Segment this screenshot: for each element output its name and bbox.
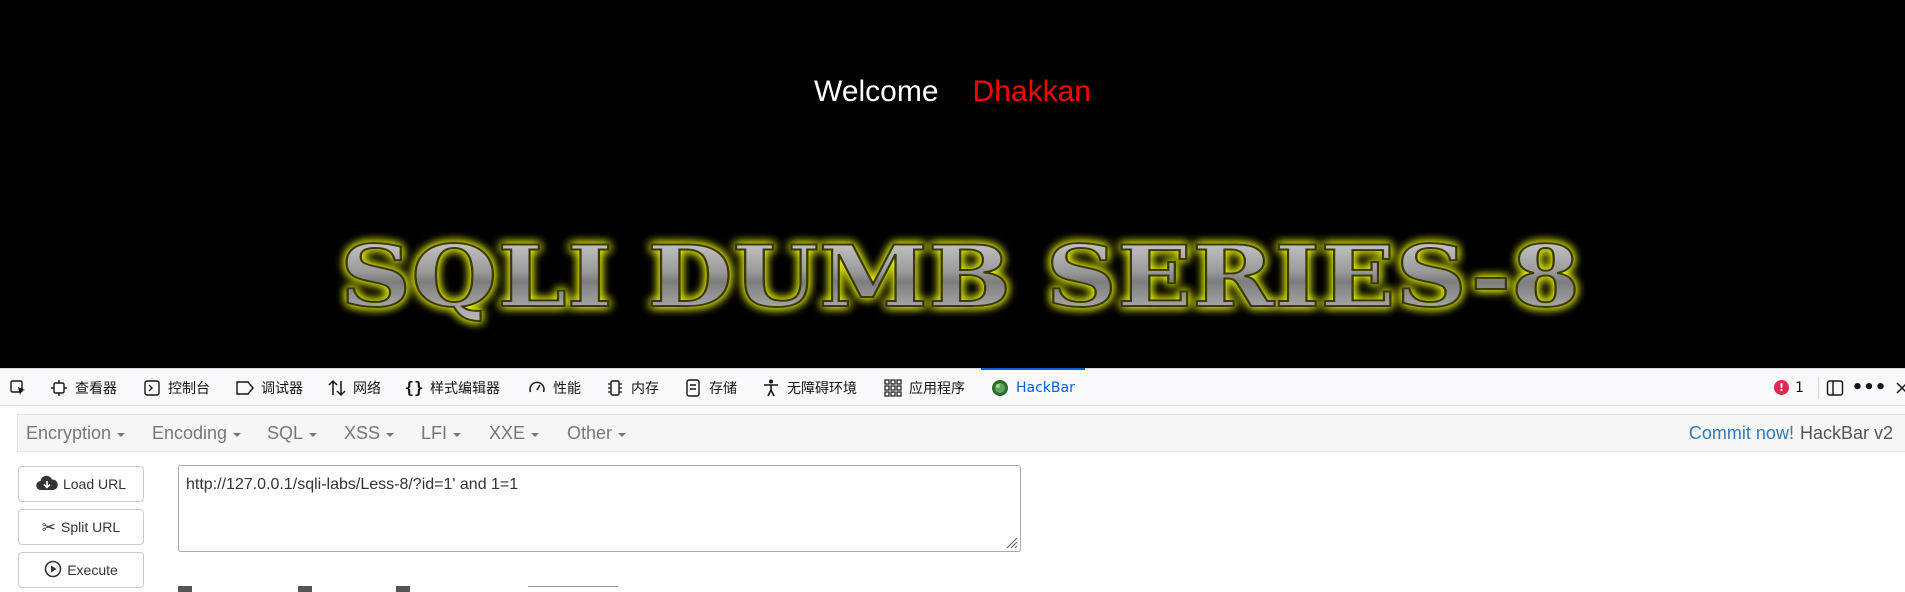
welcome-name: Dhakkan	[972, 75, 1091, 108]
post-data-options-row	[178, 584, 878, 592]
dock-button[interactable]	[1826, 369, 1844, 406]
welcome-text: Welcome	[814, 75, 939, 108]
hackbar-version: HackBar v2	[1799, 422, 1893, 443]
tab-label: 内存	[631, 380, 659, 397]
tab-label: 调试器	[261, 380, 303, 397]
split-url-button[interactable]: ✂ Split URL	[18, 509, 144, 545]
tab-network[interactable]: 网络	[328, 369, 381, 406]
error-counter[interactable]: ! 1	[1774, 369, 1804, 406]
menu-label: SQL	[267, 422, 304, 443]
tab-label: 控制台	[168, 380, 210, 397]
console-icon	[143, 379, 161, 397]
tab-label: 网络	[353, 380, 381, 397]
tab-accessibility[interactable]: 无障碍环境	[762, 369, 857, 406]
tab-label: 性能	[553, 380, 581, 397]
hackbar-menubar: Encryption Encoding SQL XSS LFI XXE Othe…	[17, 414, 1905, 452]
tab-hackbar[interactable]: HackBar	[981, 368, 1085, 406]
button-label: Load URL	[62, 476, 127, 492]
scissors-icon: ✂	[41, 517, 57, 537]
hackbar-brand: Commit now! HackBar v2	[1689, 415, 1893, 451]
close-devtools-button[interactable]	[1893, 369, 1905, 406]
button-label: Execute	[67, 562, 118, 578]
welcome-line: Welcome Dhakkan	[0, 72, 1905, 112]
network-icon	[328, 379, 346, 397]
url-text: http://127.0.0.1/sqli-labs/Less-8/?id=1'…	[186, 476, 519, 493]
cloud-download-icon	[36, 475, 58, 494]
tab-memory[interactable]: 内存	[606, 369, 659, 406]
caret-down-icon	[309, 432, 318, 437]
more-icon: •••	[1851, 377, 1887, 398]
toolbar-divider	[1818, 377, 1819, 399]
page-content: Welcome Dhakkan SQLI DUMB SERIES-8	[0, 0, 1905, 368]
dock-side-icon	[1826, 379, 1844, 397]
storage-icon	[684, 378, 702, 397]
banner-graphic: SQLI DUMB SERIES-8	[339, 226, 1581, 327]
caret-down-icon	[233, 432, 242, 437]
caret-down-icon	[453, 432, 462, 437]
menu-label: XXE	[489, 422, 526, 443]
tab-debugger[interactable]: 调试器	[236, 369, 303, 406]
accessibility-icon	[762, 379, 780, 397]
menu-lfi[interactable]: LFI	[421, 415, 462, 451]
play-circle-icon	[44, 560, 62, 581]
caret-down-icon	[618, 432, 627, 437]
more-options-button[interactable]: •••	[1851, 369, 1887, 406]
tab-inspector[interactable]: 查看器	[50, 369, 117, 406]
commit-link[interactable]: Commit now!	[1689, 423, 1794, 444]
menu-xss[interactable]: XSS	[344, 415, 395, 451]
tab-label: 存储	[709, 380, 737, 397]
menu-sql[interactable]: SQL	[267, 415, 318, 451]
application-icon	[884, 378, 902, 397]
tab-label: 查看器	[75, 380, 117, 397]
load-url-button[interactable]: Load URL	[18, 466, 144, 502]
error-count: 1	[1795, 379, 1804, 396]
tab-application[interactable]: 应用程序	[884, 369, 965, 406]
tab-storage[interactable]: 存储	[684, 369, 737, 406]
pick-element-button[interactable]	[9, 369, 27, 406]
banner-text: SQLI DUMB SERIES-8	[340, 227, 1580, 326]
debugger-icon	[236, 379, 254, 397]
url-input[interactable]: http://127.0.0.1/sqli-labs/Less-8/?id=1'…	[178, 465, 1021, 552]
tab-performance[interactable]: 性能	[528, 369, 581, 406]
hackbar-icon	[991, 379, 1009, 397]
close-icon	[1893, 379, 1905, 397]
menu-other[interactable]: Other	[567, 415, 627, 451]
menu-encoding[interactable]: Encoding	[152, 415, 242, 451]
button-label: Split URL	[61, 519, 121, 535]
tab-label: HackBar	[1016, 379, 1075, 396]
banner: SQLI DUMB SERIES-8	[335, 226, 1585, 328]
memory-icon	[606, 379, 624, 397]
tab-label: 样式编辑器	[430, 380, 500, 397]
devtools-toolbar: 查看器 控制台 调试器 网络 {} 样式编辑器 性能 内存 存储 无障碍环境 应…	[0, 368, 1905, 406]
inspector-icon	[50, 379, 68, 397]
tab-style-editor[interactable]: {} 样式编辑器	[404, 369, 500, 406]
error-icon: !	[1774, 380, 1789, 395]
style-editor-icon: {}	[404, 378, 424, 397]
menu-label: Encryption	[26, 422, 112, 443]
menu-label: Other	[567, 422, 613, 443]
caret-down-icon	[531, 432, 540, 437]
menu-xxe[interactable]: XXE	[489, 415, 540, 451]
menu-label: XSS	[344, 422, 381, 443]
tab-label: 应用程序	[909, 380, 965, 397]
menu-label: LFI	[421, 422, 448, 443]
performance-icon	[528, 379, 546, 397]
resize-handle-icon[interactable]	[1004, 535, 1018, 549]
tab-label: 无障碍环境	[787, 380, 857, 397]
menu-label: Encoding	[152, 422, 228, 443]
caret-down-icon	[386, 432, 395, 437]
pick-element-icon	[9, 379, 27, 397]
menu-encryption[interactable]: Encryption	[26, 415, 126, 451]
execute-button[interactable]: Execute	[18, 552, 144, 588]
caret-down-icon	[117, 432, 126, 437]
tab-console[interactable]: 控制台	[143, 369, 210, 406]
